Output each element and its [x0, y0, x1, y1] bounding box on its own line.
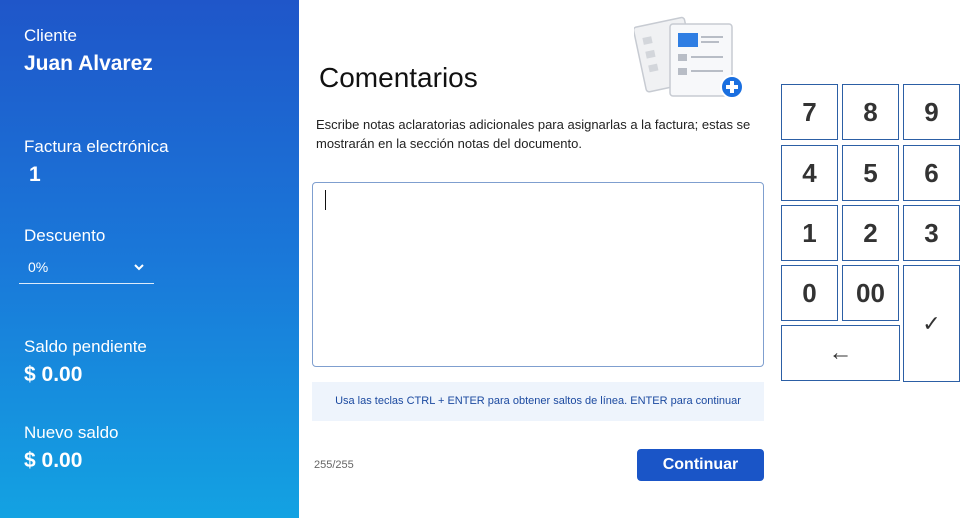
backspace-key[interactable]: ← — [781, 325, 900, 381]
invoice-number: 1 — [29, 163, 41, 186]
key-3[interactable]: 3 — [903, 205, 960, 261]
key-8[interactable]: 8 — [842, 84, 899, 140]
client-name: Juan Alvarez — [24, 52, 153, 75]
key-00[interactable]: 00 — [842, 265, 899, 321]
sidebar: Cliente Juan Alvarez Factura electrónica… — [0, 0, 299, 518]
key-0[interactable]: 0 — [781, 265, 838, 321]
text-caret — [325, 190, 326, 210]
key-1[interactable]: 1 — [781, 205, 838, 261]
client-label: Cliente — [24, 26, 77, 45]
key-4[interactable]: 4 — [781, 145, 838, 201]
chevron-down-icon — [134, 264, 144, 271]
key-5[interactable]: 5 — [842, 145, 899, 201]
key-6[interactable]: 6 — [903, 145, 960, 201]
key-7[interactable]: 7 — [781, 84, 838, 140]
key-9[interactable]: 9 — [903, 84, 960, 140]
continue-button[interactable]: Continuar — [637, 449, 764, 481]
character-counter: 255/255 — [314, 459, 354, 471]
discount-label: Descuento — [24, 226, 106, 245]
key-2[interactable]: 2 — [842, 205, 899, 261]
discount-value: 0% — [28, 259, 49, 275]
keyboard-hint: Usa las teclas CTRL + ENTER para obtener… — [312, 382, 764, 421]
confirm-key[interactable]: ✓ — [903, 265, 960, 382]
document-add-icon — [634, 16, 744, 99]
new-balance-label: Nuevo saldo — [24, 423, 119, 442]
discount-select[interactable]: 0% — [19, 253, 154, 284]
page-title: Comentarios — [319, 62, 478, 93]
pending-value: $ 0.00 — [24, 363, 83, 386]
comment-textarea[interactable] — [312, 182, 764, 367]
new-balance-value: $ 0.00 — [24, 449, 83, 472]
pending-label: Saldo pendiente — [24, 337, 147, 356]
description: Escribe notas aclaratorias adicionales p… — [316, 117, 751, 151]
invoice-label: Factura electrónica — [24, 137, 169, 156]
